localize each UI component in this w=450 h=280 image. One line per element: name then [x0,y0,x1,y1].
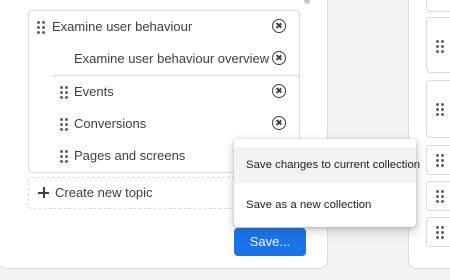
report-row[interactable]: Conversions [29,108,299,140]
save-options-menu: Save changes to current collection Save … [234,139,420,227]
report-label: Examine user behaviour overview [74,51,270,66]
create-new-topic-label: Create new topic [55,185,153,200]
library-card[interactable] [426,217,450,247]
drag-handle-icon[interactable] [60,86,68,99]
library-card[interactable] [426,0,450,12]
library-card[interactable] [426,145,450,175]
report-row: Examine user behaviour overview [29,43,299,75]
drag-handle-icon[interactable] [436,190,444,203]
remove-report-icon[interactable] [272,84,286,98]
drag-handle-icon[interactable] [60,150,68,163]
report-label: Events [74,84,114,99]
save-as-new-menu-item[interactable]: Save as a new collection [234,187,416,223]
save-button[interactable]: Save... [234,228,306,256]
remove-topic-icon[interactable] [272,19,286,33]
remove-report-icon[interactable] [272,51,286,65]
library-card[interactable] [426,17,450,73]
library-card[interactable] [426,181,450,211]
library-card[interactable] [426,80,450,138]
drag-handle-icon[interactable] [60,118,68,131]
topic-label: Examine user behaviour [52,19,193,34]
drag-handle-icon[interactable] [436,103,444,116]
drag-handle-icon[interactable] [436,40,444,53]
drag-handle-icon[interactable] [436,154,444,167]
topic-row[interactable]: Examine user behaviour [29,11,299,43]
drag-handle-icon[interactable] [37,21,45,34]
save-changes-menu-item[interactable]: Save changes to current collection [234,147,420,183]
report-row[interactable]: Events [29,76,299,108]
drag-handle-icon[interactable] [436,226,444,239]
plus-icon [38,187,49,198]
report-label: Conversions [74,116,147,131]
report-label: Pages and screens [74,148,186,163]
remove-report-icon[interactable] [272,116,286,130]
